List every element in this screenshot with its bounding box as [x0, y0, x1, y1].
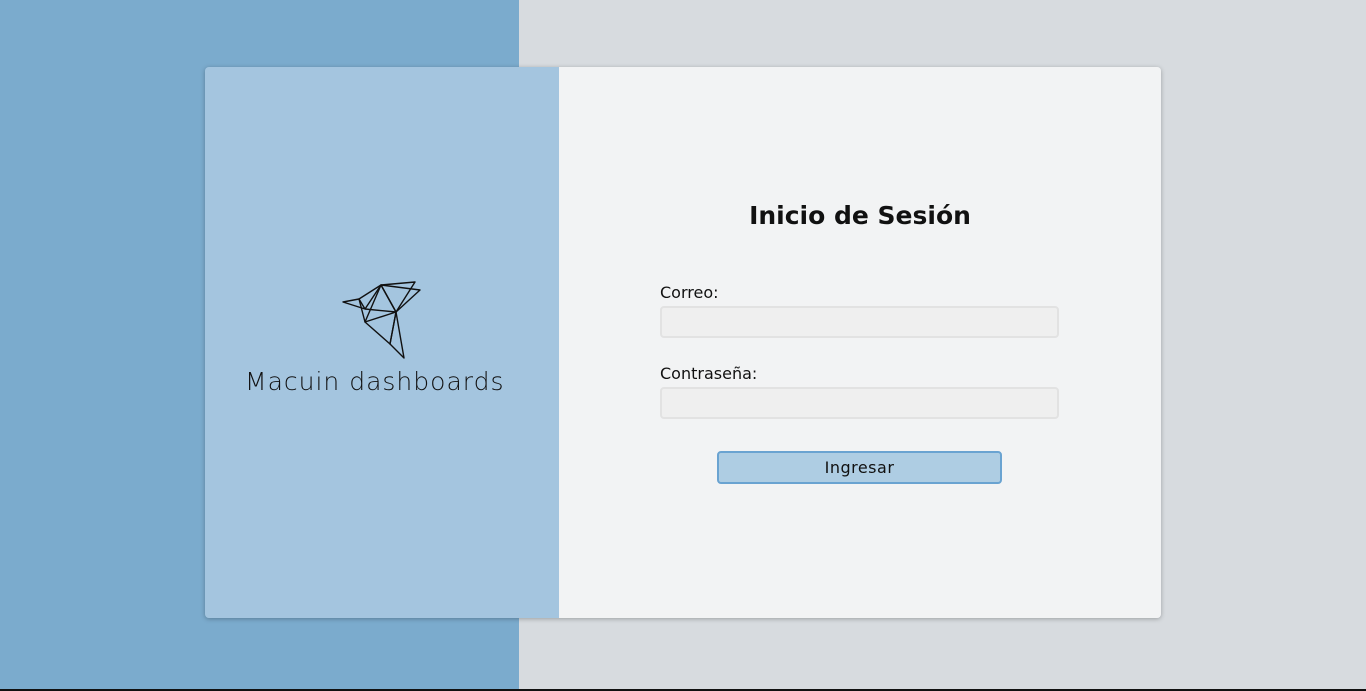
login-button[interactable]: Ingresar — [717, 451, 1002, 484]
brand-panel: Macuin dashboards — [205, 67, 559, 618]
brand-name: Macuin dashboards — [245, 367, 505, 396]
email-label: Correo: — [660, 283, 719, 302]
login-form-panel: Inicio de Sesión Correo: Contraseña: Ing… — [559, 67, 1161, 618]
password-field[interactable] — [660, 387, 1059, 419]
password-label: Contraseña: — [660, 364, 758, 383]
origami-bird-icon — [342, 281, 421, 359]
page-title: Inicio de Sesión — [749, 201, 971, 230]
login-card: Macuin dashboards Inicio de Sesión Corre… — [205, 67, 1161, 618]
email-field[interactable] — [660, 306, 1059, 338]
